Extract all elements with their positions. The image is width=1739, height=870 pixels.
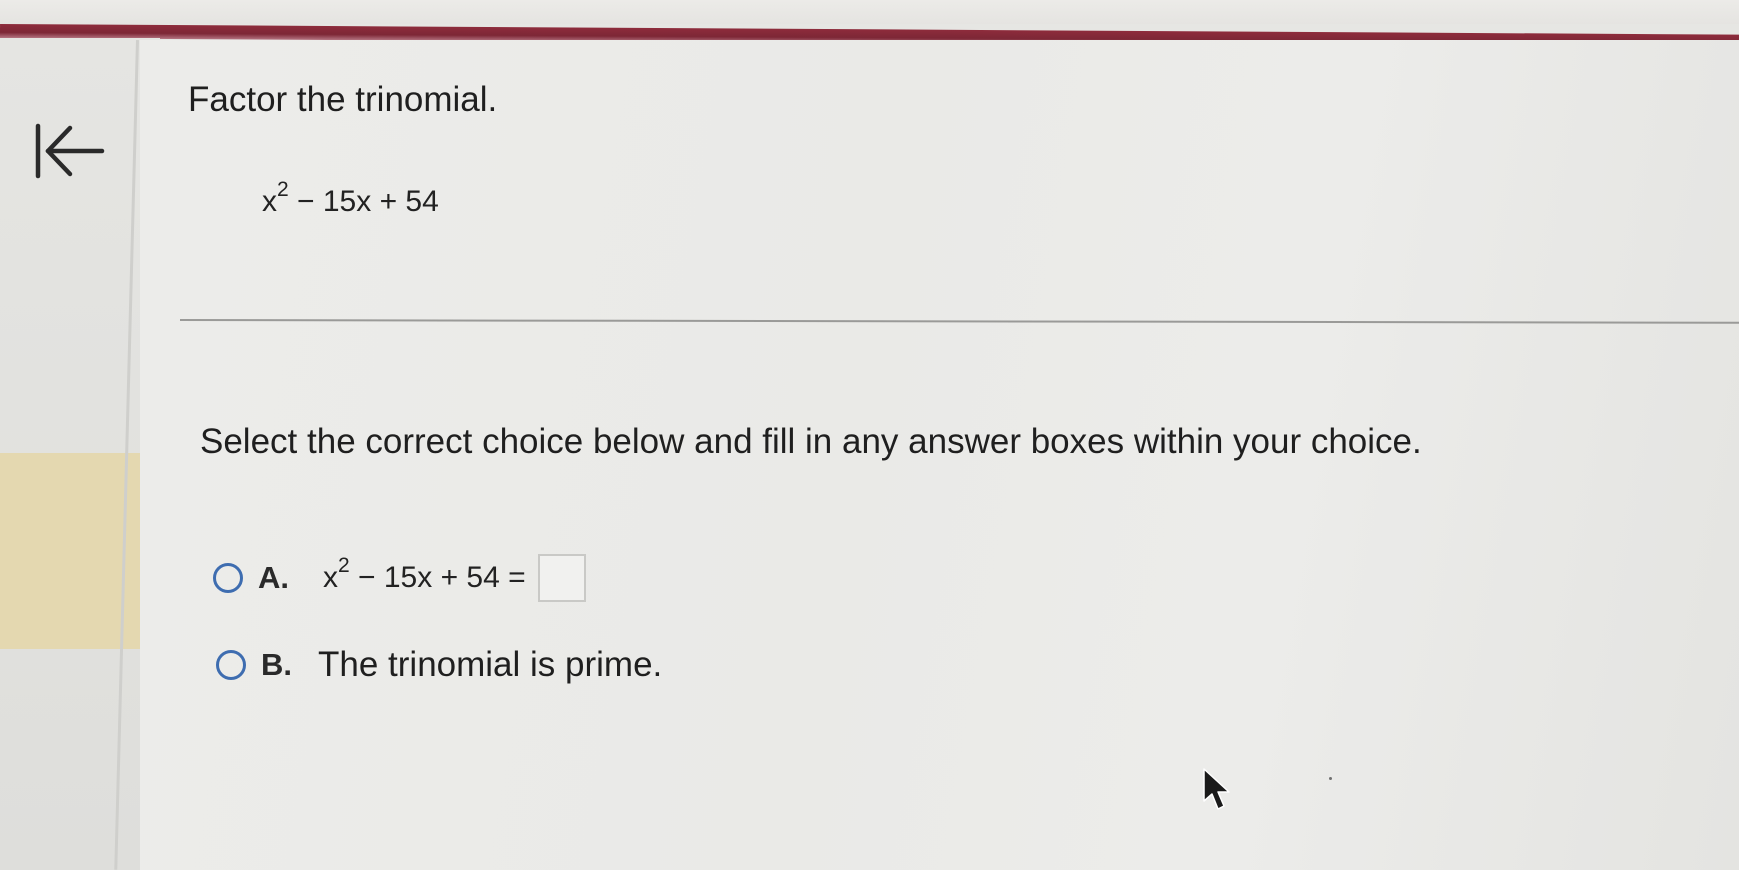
choice-b-text: The trinomial is prime. xyxy=(318,645,663,684)
choice-b-letter: B. xyxy=(261,647,292,682)
back-to-start-button[interactable] xyxy=(30,118,110,188)
choice-a-expression: x2 − 15x + 54 = xyxy=(323,555,526,595)
choice-a-expression-base: x xyxy=(323,561,338,594)
choice-a[interactable]: A. x2 − 15x + 54 = xyxy=(213,554,586,602)
choice-a-letter: A. xyxy=(258,560,289,595)
expression-rest: − 15x + 54 xyxy=(288,185,439,218)
instruction-text: Select the correct choice below and fill… xyxy=(200,422,1422,461)
choice-b-radio[interactable] xyxy=(216,650,246,680)
screen-speck xyxy=(1329,777,1332,780)
choice-b[interactable]: B. The trinomial is prime. xyxy=(216,645,662,685)
trinomial-expression: x2 − 15x + 54 xyxy=(262,179,439,219)
mouse-pointer-icon xyxy=(1203,768,1230,810)
expression-base: x xyxy=(262,185,277,218)
top-strip xyxy=(0,0,1739,24)
expression-exponent: 2 xyxy=(277,178,289,201)
choice-a-expression-exponent: 2 xyxy=(338,554,350,577)
back-to-start-icon xyxy=(35,123,105,179)
choice-a-answer-box[interactable] xyxy=(537,554,586,602)
left-panel-highlight xyxy=(0,453,156,649)
choice-a-radio[interactable] xyxy=(213,563,243,593)
choice-a-expression-rest: − 15x + 54 = xyxy=(349,561,526,594)
question-title: Factor the trinomial. xyxy=(188,80,498,119)
